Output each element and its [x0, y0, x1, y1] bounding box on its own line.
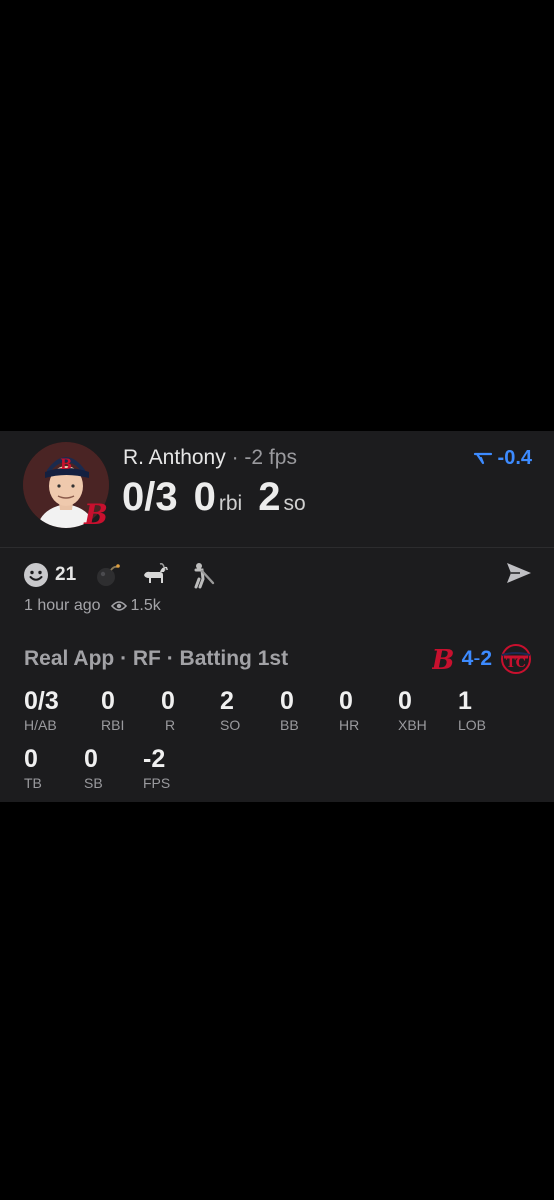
stat-value: 0/3 [24, 687, 59, 715]
stat-fps: -2 FPS [143, 744, 170, 791]
stat-xbh: 0 XBH [398, 686, 427, 733]
fps-delta-value: -0.4 [497, 447, 532, 469]
stat-r: 0 R [161, 686, 175, 733]
reaction-smile[interactable]: 21 [23, 562, 76, 588]
eye-icon [110, 601, 127, 611]
stat-tb: 0 TB [24, 744, 42, 791]
stat-h-ab: 0/3 H/AB [24, 686, 59, 733]
stat-value: 0 [24, 745, 38, 773]
stat-value: 0 [161, 687, 175, 715]
separator-dot: · [231, 446, 239, 469]
game-info: Real App · RF · Batting 1st [24, 647, 289, 670]
stat-value: -2 [143, 745, 166, 773]
reaction-batter[interactable] [188, 561, 216, 589]
goat-icon [144, 563, 169, 583]
view-count: 1.5k [110, 597, 161, 615]
stat-label: SO [220, 717, 241, 733]
reaction-count: 21 [55, 564, 77, 585]
stat-label: R [165, 717, 176, 733]
post-time: 1 hour ago [24, 597, 101, 614]
svg-text:TC: TC [506, 656, 526, 671]
stat-label: XBH [398, 717, 427, 733]
reaction-bomb[interactable] [94, 561, 122, 589]
player-stat-summary: 0/3 0 rbi 2 so [122, 475, 306, 520]
stat-value: 0 [84, 745, 98, 773]
send-icon[interactable] [504, 559, 534, 587]
stat-label: BB [280, 717, 299, 733]
stat-label: H/AB [24, 717, 57, 733]
stat-lob: 1 LOB [458, 686, 486, 733]
so-unit: so [283, 492, 306, 515]
post-meta: 1 hour ago 1.5k [24, 597, 161, 615]
stat-value: 0 [339, 687, 353, 715]
stat-value: 1 [458, 687, 472, 715]
player-name-line: R. Anthony · -2 fps [123, 446, 297, 470]
stat-value: 0 [101, 687, 115, 715]
player-fps: -2 fps [244, 446, 297, 469]
player-name[interactable]: R. Anthony [123, 446, 226, 469]
score-home: 4 [461, 647, 474, 670]
stat-label: RBI [101, 717, 125, 733]
stat-sb: 0 SB [84, 744, 103, 791]
score-away: 2 [480, 647, 492, 670]
game-score[interactable]: B 4-2 TC [432, 643, 532, 675]
bomb-icon [97, 564, 120, 586]
batter-icon [194, 563, 215, 589]
stat-label: TB [24, 775, 42, 791]
so-value: 2 [258, 475, 281, 519]
stat-hr: 0 HR [339, 686, 359, 733]
reactions-bar: 21 [23, 559, 234, 591]
reaction-goat[interactable] [140, 561, 170, 589]
svg-text:B: B [432, 645, 454, 674]
stat-so: 2 SO [220, 686, 240, 733]
stat-value: 2 [220, 687, 234, 715]
stat-value: 0 [398, 687, 412, 715]
stat-bb: 0 BB [280, 686, 299, 733]
svg-text:B: B [60, 457, 72, 473]
view-count-value: 1.5k [130, 597, 161, 614]
hits-at-bats: 0/3 [122, 475, 178, 519]
red-sox-logo: B [432, 645, 454, 674]
twins-logo: TC [501, 644, 531, 674]
stat-label: HR [339, 717, 360, 733]
stat-label: SB [84, 775, 103, 791]
trend-down-icon [473, 452, 492, 464]
stat-value: 0 [280, 687, 294, 715]
smile-icon [24, 563, 48, 587]
fps-delta[interactable]: -0.4 [473, 447, 532, 470]
svg-text:B: B [83, 499, 108, 529]
rbi-unit: rbi [218, 492, 243, 515]
red-sox-logo: B [83, 499, 108, 529]
player-header[interactable]: B B R. Anthony · -2 fps 0/3 0 rbi 2 so -0.4 [0, 431, 554, 547]
rbi-value: 0 [193, 475, 216, 519]
divider [0, 547, 554, 548]
stat-label: LOB [458, 717, 487, 733]
player-stat-card[interactable]: B B R. Anthony · -2 fps 0/3 0 rbi 2 so -0.4 [0, 431, 554, 802]
stat-rbi: 0 RBI [101, 686, 124, 733]
stat-label: FPS [143, 775, 171, 791]
